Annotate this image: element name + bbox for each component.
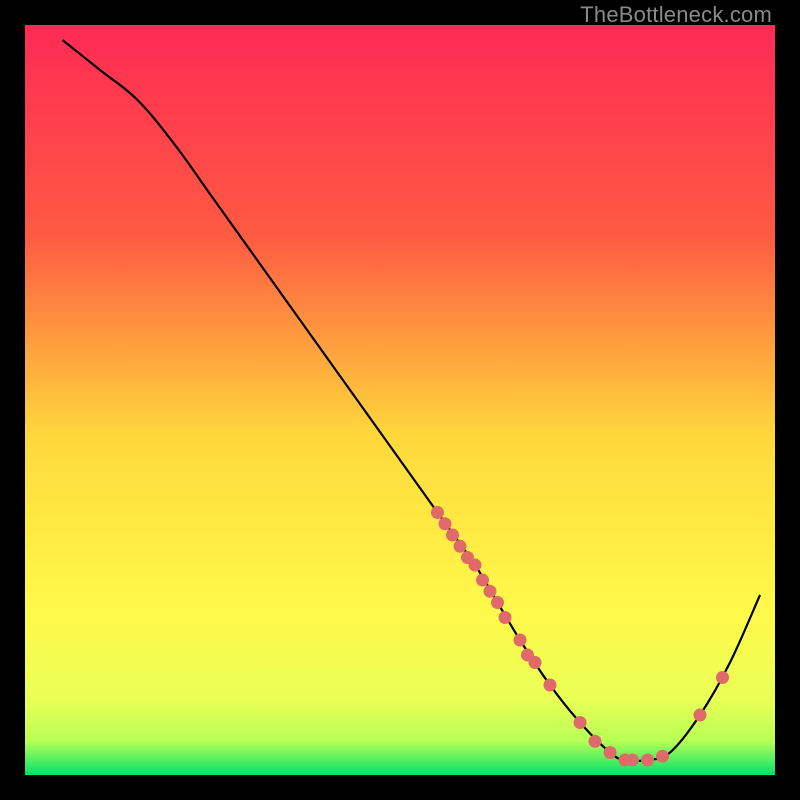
data-point <box>439 517 452 530</box>
data-point <box>469 559 482 572</box>
data-point <box>694 709 707 722</box>
data-point <box>529 656 542 669</box>
data-point <box>604 746 617 759</box>
data-point <box>446 529 459 542</box>
data-point <box>641 754 654 767</box>
data-point <box>574 716 587 729</box>
data-point <box>454 540 467 553</box>
chart-frame <box>25 25 775 775</box>
data-point <box>626 754 639 767</box>
data-point <box>491 596 504 609</box>
data-point <box>514 634 527 647</box>
data-point <box>484 585 497 598</box>
chart-svg <box>25 25 775 775</box>
gradient-background <box>25 25 775 775</box>
data-point <box>431 506 444 519</box>
data-point <box>716 671 729 684</box>
data-point <box>476 574 489 587</box>
data-point <box>544 679 557 692</box>
data-point <box>499 611 512 624</box>
watermark-text: TheBottleneck.com <box>580 2 772 28</box>
data-point <box>589 735 602 748</box>
data-point <box>656 750 669 763</box>
